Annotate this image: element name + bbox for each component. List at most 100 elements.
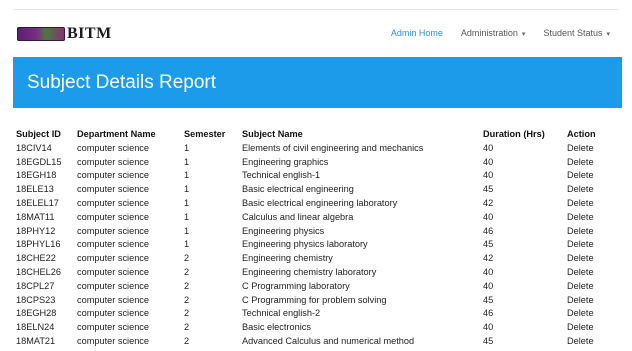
department-cell: computer science <box>77 239 150 250</box>
subject-name-cell: Engineering chemistry laboratory <box>242 267 377 278</box>
semester-cell: 1 <box>184 156 190 167</box>
table-row: 18EGH28 computer science 2 Technical englis… <box>16 307 607 321</box>
table-row: 18CPL27 computer science 2 C Programming la… <box>16 279 607 293</box>
table-row: 18ELN24 computer science 2 Basic electronic… <box>16 320 607 334</box>
semester-cell: 1 <box>184 170 190 181</box>
subject-name-cell: Calculus and linear algebra <box>242 211 354 222</box>
page-header-banner: Subject Details Report <box>13 57 622 108</box>
semester-cell: 1 <box>184 198 190 209</box>
delete-link[interactable]: Delete <box>567 238 607 252</box>
subject-name-cell: Engineering physics <box>242 225 325 236</box>
delete-link[interactable]: Delete <box>567 141 607 155</box>
navbar: BITM Admin Home Administration ▾ Student … <box>0 10 632 56</box>
department-cell: computer science <box>77 142 150 153</box>
duration-cell: 40 <box>483 322 494 333</box>
semester-cell: 2 <box>184 294 190 305</box>
delete-link[interactable]: Delete <box>567 182 607 196</box>
table-row: 18EGH18 computer science 1 Technical englis… <box>16 169 607 183</box>
semester-cell: 2 <box>184 322 190 333</box>
table-row: 18ELEL17 computer science 1 Basic electrica… <box>16 196 607 210</box>
subject-name-cell: Basic electronics <box>242 322 311 333</box>
duration-cell: 40 <box>483 170 494 181</box>
subject-id-cell: 18CHE22 <box>16 253 56 264</box>
nav-student-status-label: Student Status <box>543 28 603 38</box>
table-row: 18PHY12 computer science 1 Engineering phys… <box>16 224 607 238</box>
subject-id-cell: 18ELN24 <box>16 322 55 333</box>
semester-cell: 1 <box>184 184 190 195</box>
table-row: 18EGDL15 computer science 1 Engineering gra… <box>16 155 607 169</box>
delete-link[interactable]: Delete <box>567 265 607 279</box>
table-header-row: Subject ID Department Name Semester Subj… <box>16 127 607 141</box>
department-cell: computer science <box>77 225 150 236</box>
subject-name-cell: Engineering chemistry <box>242 253 333 264</box>
delete-link[interactable]: Delete <box>567 224 607 238</box>
subject-name-cell: C Programming for problem solving <box>242 294 387 305</box>
department-cell: computer science <box>77 184 150 195</box>
page-title: Subject Details Report <box>27 72 217 93</box>
subject-name-cell: C Programming laboratory <box>242 280 350 291</box>
semester-cell: 2 <box>184 253 190 264</box>
duration-cell: 42 <box>483 198 494 209</box>
department-cell: computer science <box>77 294 150 305</box>
table-row: 18CHEL26 computer science 2 Engineering che… <box>16 265 607 279</box>
duration-cell: 45 <box>483 239 494 250</box>
delete-link[interactable]: Delete <box>567 307 607 321</box>
semester-cell: 2 <box>184 280 190 291</box>
nav-administration-dropdown[interactable]: Administration ▾ <box>461 28 526 38</box>
semester-cell: 1 <box>184 142 190 153</box>
subject-id-cell: 18CPS23 <box>16 294 56 305</box>
nav-admin-home[interactable]: Admin Home <box>391 28 443 38</box>
table-row: 18CHE22 computer science 2 Engineering chem… <box>16 251 607 265</box>
subject-id-cell: 18EGH28 <box>16 308 57 319</box>
college-logo-icon <box>17 27 65 41</box>
subject-id-cell: 18PHYL16 <box>16 239 61 250</box>
subject-id-cell: 18ELE13 <box>16 184 54 195</box>
chevron-down-icon: ▾ <box>521 31 526 38</box>
delete-link[interactable]: Delete <box>567 293 607 307</box>
subject-name-cell: Engineering graphics <box>242 156 329 167</box>
department-cell: computer science <box>77 170 150 181</box>
nav-links: Admin Home Administration ▾ Student Statu… <box>373 28 610 38</box>
duration-cell: 40 <box>483 280 494 291</box>
subject-name-cell: Basic electrical engineering laboratory <box>242 198 398 209</box>
delete-link[interactable]: Delete <box>567 279 607 293</box>
subject-id-cell: 18MAT11 <box>16 211 55 222</box>
department-cell: computer science <box>77 308 150 319</box>
department-cell: computer science <box>77 336 150 347</box>
duration-cell: 45 <box>483 336 494 347</box>
subject-name-cell: Technical english-2 <box>242 308 321 319</box>
department-cell: computer science <box>77 280 150 291</box>
delete-link[interactable]: Delete <box>567 196 607 210</box>
subject-name-cell: Engineering physics laboratory <box>242 239 368 250</box>
table-row: 18ELE13 computer science 1 Basic electrical… <box>16 182 607 196</box>
semester-cell: 2 <box>184 308 190 319</box>
delete-link[interactable]: Delete <box>567 155 607 169</box>
duration-cell: 40 <box>483 267 494 278</box>
column-header: Subject ID <box>16 129 61 139</box>
nav-student-status-dropdown[interactable]: Student Status ▾ <box>543 28 610 38</box>
duration-cell: 40 <box>483 156 494 167</box>
duration-cell: 40 <box>483 142 494 153</box>
subject-id-cell: 18MAT21 <box>16 336 56 347</box>
subject-id-cell: 18CHEL26 <box>16 267 61 278</box>
delete-link[interactable]: Delete <box>567 334 607 348</box>
delete-link[interactable]: Delete <box>567 320 607 334</box>
subject-name-cell: Advanced Calculus and numerical method <box>242 336 415 347</box>
table-row: 18PHYL16 computer science 1 Engineering phy… <box>16 238 607 252</box>
nav-administration-label: Administration <box>460 28 518 38</box>
subject-name-cell: Technical english-1 <box>242 170 321 181</box>
column-header: Action <box>567 129 596 139</box>
department-cell: computer science <box>77 198 150 209</box>
department-cell: computer science <box>77 267 150 278</box>
delete-link[interactable]: Delete <box>567 251 607 265</box>
subject-id-cell: 18CPL27 <box>16 280 55 291</box>
semester-cell: 2 <box>184 336 190 347</box>
department-cell: computer science <box>77 211 150 222</box>
delete-link[interactable]: Delete <box>567 169 607 183</box>
delete-link[interactable]: Delete <box>567 210 607 224</box>
duration-cell: 40 <box>483 211 494 222</box>
duration-cell: 46 <box>483 225 494 236</box>
semester-cell: 1 <box>184 239 190 250</box>
subject-name-cell: Basic electrical engineering <box>242 184 354 195</box>
brand-logo[interactable]: BITM <box>17 25 112 42</box>
